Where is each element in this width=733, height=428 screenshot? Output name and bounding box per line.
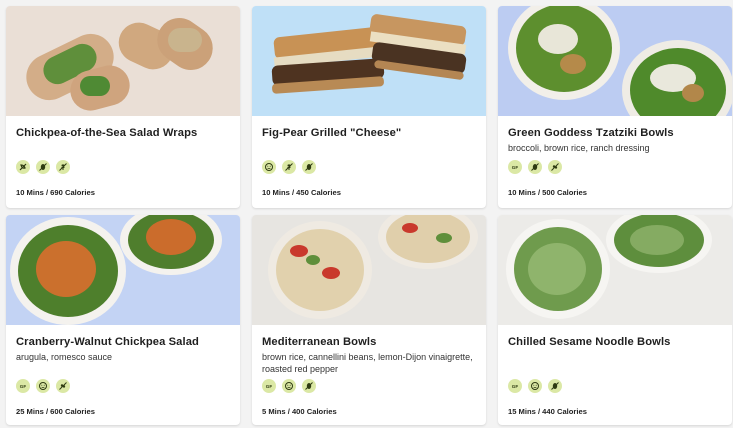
recipe-image [252, 215, 486, 325]
recipe-title[interactable]: Cranberry-Walnut Chickpea Salad [16, 336, 232, 348]
recipe-image [6, 215, 240, 325]
no-gluten-icon [56, 160, 70, 174]
svg-text:GF: GF [512, 165, 519, 170]
svg-text:GF: GF [20, 384, 27, 389]
no-soy-icon [56, 379, 70, 393]
kid-friendly-icon [36, 379, 50, 393]
diet-icons: GF [16, 379, 70, 393]
svg-text:GF: GF [512, 384, 519, 389]
recipe-card[interactable]: Chickpea-of-the-Sea Salad Wraps 10 Mins … [6, 6, 240, 208]
no-soy-icon [548, 160, 562, 174]
kid-friendly-icon [262, 160, 276, 174]
recipe-meta: 10 Mins / 450 Calories [262, 188, 341, 197]
plant-based-icon [16, 160, 30, 174]
gluten-free-icon: GF [262, 379, 276, 393]
recipe-title[interactable]: Chickpea-of-the-Sea Salad Wraps [16, 127, 232, 139]
recipe-card[interactable]: Mediterranean Bowls brown rice, cannelli… [252, 215, 486, 425]
recipe-image [6, 6, 240, 116]
recipe-card[interactable]: Cranberry-Walnut Chickpea Salad arugula,… [6, 215, 240, 425]
diet-icons [16, 160, 70, 174]
recipe-card[interactable]: Green Goddess Tzatziki Bowls broccoli, b… [498, 6, 732, 208]
kid-friendly-icon [528, 379, 542, 393]
gluten-free-icon: GF [16, 379, 30, 393]
recipe-title[interactable]: Mediterranean Bowls [262, 336, 478, 348]
no-gluten-icon [282, 160, 296, 174]
recipe-card[interactable]: Fig-Pear Grilled "Cheese" 10 Mins / 450 … [252, 6, 486, 208]
recipe-image [498, 6, 732, 116]
kid-friendly-icon [282, 379, 296, 393]
no-nuts-icon [548, 379, 562, 393]
recipe-image [252, 6, 486, 116]
recipe-subtitle: arugula, romesco sauce [16, 352, 113, 362]
no-nuts-icon [302, 379, 316, 393]
recipe-meta: 10 Mins / 690 Calories [16, 188, 95, 197]
recipe-title[interactable]: Fig-Pear Grilled "Cheese" [262, 127, 478, 139]
gluten-free-icon: GF [508, 379, 522, 393]
svg-text:GF: GF [266, 384, 273, 389]
recipe-meta: 5 Mins / 400 Calories [262, 407, 337, 416]
recipe-subtitle: brown rice, cannellini beans, lemon-Dijo… [262, 352, 473, 374]
recipe-grid: Chickpea-of-the-Sea Salad Wraps 10 Mins … [6, 6, 733, 426]
diet-icons [262, 160, 316, 174]
recipe-image [498, 215, 732, 325]
no-nuts-icon [528, 160, 542, 174]
recipe-title[interactable]: Chilled Sesame Noodle Bowls [508, 336, 724, 348]
recipe-meta: 10 Mins / 500 Calories [508, 188, 587, 197]
gluten-free-icon: GF [508, 160, 522, 174]
recipe-card[interactable]: Chilled Sesame Noodle Bowls GF 15 Mins /… [498, 215, 732, 425]
recipe-meta: 15 Mins / 440 Calories [508, 407, 587, 416]
no-nuts-icon [36, 160, 50, 174]
recipe-meta: 25 Mins / 600 Calories [16, 407, 95, 416]
diet-icons: GF [508, 379, 562, 393]
diet-icons: GF [508, 160, 562, 174]
no-nuts-icon [302, 160, 316, 174]
recipe-subtitle: broccoli, brown rice, ranch dressing [508, 143, 650, 153]
diet-icons: GF [262, 379, 316, 393]
recipe-title[interactable]: Green Goddess Tzatziki Bowls [508, 127, 724, 139]
